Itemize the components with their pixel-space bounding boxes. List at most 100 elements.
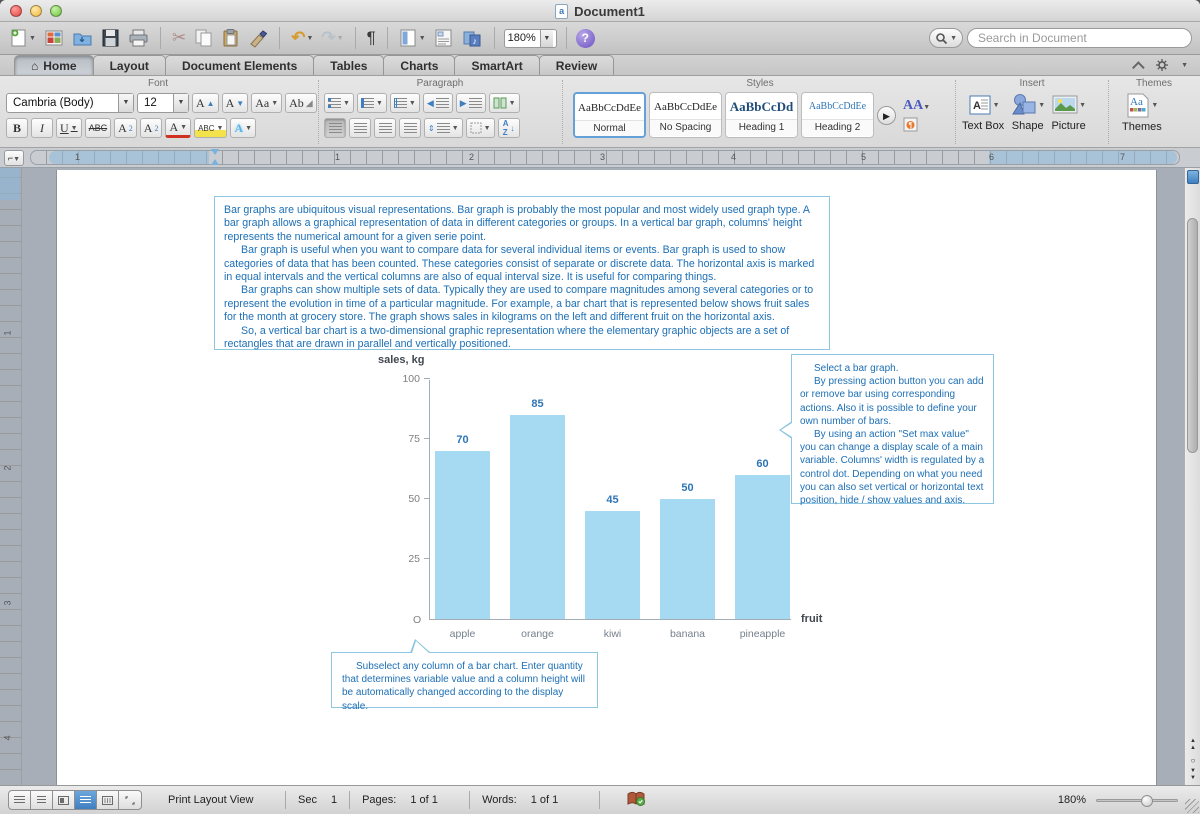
change-styles-button[interactable]: AA▼ [903, 98, 930, 114]
decrease-indent-button[interactable]: ◀ [423, 93, 453, 113]
vertical-ruler[interactable]: 1 2 3 4 [0, 168, 22, 785]
insert-text-box-button[interactable]: A▼ Text Box [962, 92, 1004, 132]
multilevel-list-button[interactable]: ▼ [390, 93, 420, 113]
show-paragraph-marks-button[interactable]: ¶ [365, 26, 378, 50]
notebook-view-button[interactable] [97, 791, 119, 809]
justify-button[interactable] [399, 118, 421, 138]
line-spacing-button[interactable]: ⇕▼ [424, 118, 463, 138]
grow-font-button[interactable]: A▲ [192, 93, 219, 113]
tab-charts[interactable]: Charts [383, 55, 455, 75]
tab-review[interactable]: Review [539, 55, 614, 75]
save-button[interactable] [99, 26, 122, 50]
style-heading-1[interactable]: AaBbCcDd Heading 1 [725, 92, 798, 138]
tab-smartart[interactable]: SmartArt [454, 55, 539, 75]
collapse-ribbon-button[interactable] [1132, 61, 1145, 74]
chart-bar-apple[interactable] [435, 451, 490, 619]
horizontal-ruler[interactable]: 1 1 2 3 4 5 6 7 [30, 150, 1180, 165]
words-status[interactable]: Words:1 of 1 [470, 791, 600, 809]
style-normal[interactable]: AaBbCcDdEe Normal [573, 92, 646, 138]
zoom-combo[interactable]: 180% ▼ [504, 29, 557, 48]
shrink-font-button[interactable]: A▼ [222, 93, 249, 113]
align-left-button[interactable] [324, 118, 346, 138]
cut-button[interactable]: ✂ [170, 26, 188, 50]
intro-text-box[interactable]: Bar graphs are ubiquitous visual represe… [214, 196, 830, 350]
style-no-spacing[interactable]: AaBbCcDdEe No Spacing [649, 92, 722, 138]
indent-marker[interactable] [211, 149, 220, 166]
bullets-button[interactable]: ▼ [324, 93, 354, 113]
page-layout-button[interactable]: ▼ [397, 26, 428, 50]
draft-view-button[interactable] [9, 791, 31, 809]
chart-bar-kiwi[interactable] [585, 511, 640, 619]
tab-document-elements[interactable]: Document Elements [165, 55, 314, 75]
callout-right[interactable]: Select a bar graph. By pressing action b… [791, 354, 994, 504]
align-center-button[interactable] [349, 118, 371, 138]
change-case-button[interactable]: Aa▼ [251, 93, 282, 113]
view-status[interactable]: Print Layout View [156, 791, 286, 809]
document-page[interactable]: Bar graphs are ubiquitous visual represe… [56, 170, 1157, 785]
pages-status[interactable]: Pages:1 of 1 [350, 791, 470, 809]
numbering-button[interactable]: ▼ [357, 93, 387, 113]
zoom-slider-knob[interactable] [1141, 795, 1153, 807]
increase-indent-button[interactable]: ▶ [456, 93, 486, 113]
borders-button[interactable]: ▼ [466, 118, 495, 138]
strikethrough-button[interactable]: ABC [85, 118, 112, 138]
copy-button[interactable] [192, 26, 215, 50]
font-family-combo[interactable]: Cambria (Body)▼ [6, 93, 134, 113]
callout-bottom[interactable]: Subselect any column of a bar chart. Ent… [331, 652, 598, 708]
outline-view-button[interactable] [31, 791, 53, 809]
resize-grip[interactable] [1185, 799, 1199, 813]
chevron-down-icon[interactable]: ▼ [540, 30, 553, 47]
insert-picture-button[interactable]: ▼ Picture [1051, 92, 1086, 132]
clear-formatting-button[interactable]: Ab◢ [285, 93, 317, 113]
tab-stop-selector[interactable]: ⌐▼ [4, 150, 24, 166]
chart-bar-banana[interactable] [660, 499, 715, 619]
show-styles-button[interactable] [432, 26, 456, 50]
highlight-button[interactable]: ABC▼ [194, 118, 227, 138]
new-document-button[interactable]: ▼ [8, 26, 38, 50]
font-color-button[interactable]: A▼ [165, 118, 191, 138]
section-status[interactable]: Sec1 [286, 791, 350, 809]
undo-button[interactable]: ↶▼ [289, 26, 315, 50]
themes-button[interactable]: Aa▼ Themes [1122, 92, 1162, 133]
gallery-button[interactable] [42, 26, 66, 50]
help-button[interactable]: ? [576, 29, 595, 48]
style-heading-2[interactable]: AaBbCcDdEe Heading 2 [801, 92, 874, 138]
sort-button[interactable]: AZ↓ [498, 118, 520, 138]
publishing-view-button[interactable] [53, 791, 75, 809]
zoom-slider[interactable] [1096, 799, 1178, 802]
columns-button[interactable]: ▼ [489, 93, 520, 113]
paste-button[interactable] [219, 26, 242, 50]
tab-layout[interactable]: Layout [93, 55, 166, 75]
open-button[interactable] [70, 26, 95, 50]
media-browser-button[interactable]: ♪ [460, 26, 485, 50]
tab-home[interactable]: ⌂Home [14, 55, 94, 75]
bar-chart-plot[interactable]: sales, kg fruit O 70apple85orange45kiwi5… [429, 380, 791, 620]
format-painter-button[interactable] [246, 26, 270, 50]
search-input[interactable] [967, 28, 1192, 48]
tab-tables[interactable]: Tables [313, 55, 384, 75]
search-options-button[interactable]: ▼ [929, 28, 963, 48]
toggle-ruler-button[interactable] [1187, 170, 1199, 184]
print-button[interactable] [126, 26, 151, 50]
subscript-button[interactable]: A2 [140, 118, 163, 138]
more-styles-button[interactable]: ▶ [877, 106, 896, 125]
scrollbar-thumb[interactable] [1187, 218, 1198, 453]
superscript-button[interactable]: A2 [114, 118, 137, 138]
text-effects-button[interactable]: A▼ [230, 118, 256, 138]
next-page-button[interactable]: ▼▼ [1186, 768, 1200, 783]
spellcheck-status[interactable] [626, 791, 646, 810]
vertical-scrollbar[interactable]: ▲▲ ○ ▼▼ [1184, 168, 1200, 785]
full-screen-button[interactable] [119, 791, 141, 809]
font-size-combo[interactable]: 12▼ [137, 93, 189, 113]
manage-styles-icon[interactable]: ¶ [903, 117, 919, 133]
previous-page-button[interactable]: ▲▲ [1186, 738, 1200, 753]
align-right-button[interactable] [374, 118, 396, 138]
insert-shape-button[interactable]: ▼ Shape [1010, 92, 1045, 132]
underline-button[interactable]: U▼ [56, 118, 82, 138]
bold-button[interactable]: B [6, 118, 28, 138]
italic-button[interactable]: I [31, 118, 53, 138]
browse-object-button[interactable]: ○ [1186, 754, 1200, 769]
chart-bar-pineapple[interactable] [735, 475, 790, 619]
redo-button[interactable]: ↷▼ [319, 26, 345, 50]
gear-icon[interactable] [1155, 58, 1171, 72]
